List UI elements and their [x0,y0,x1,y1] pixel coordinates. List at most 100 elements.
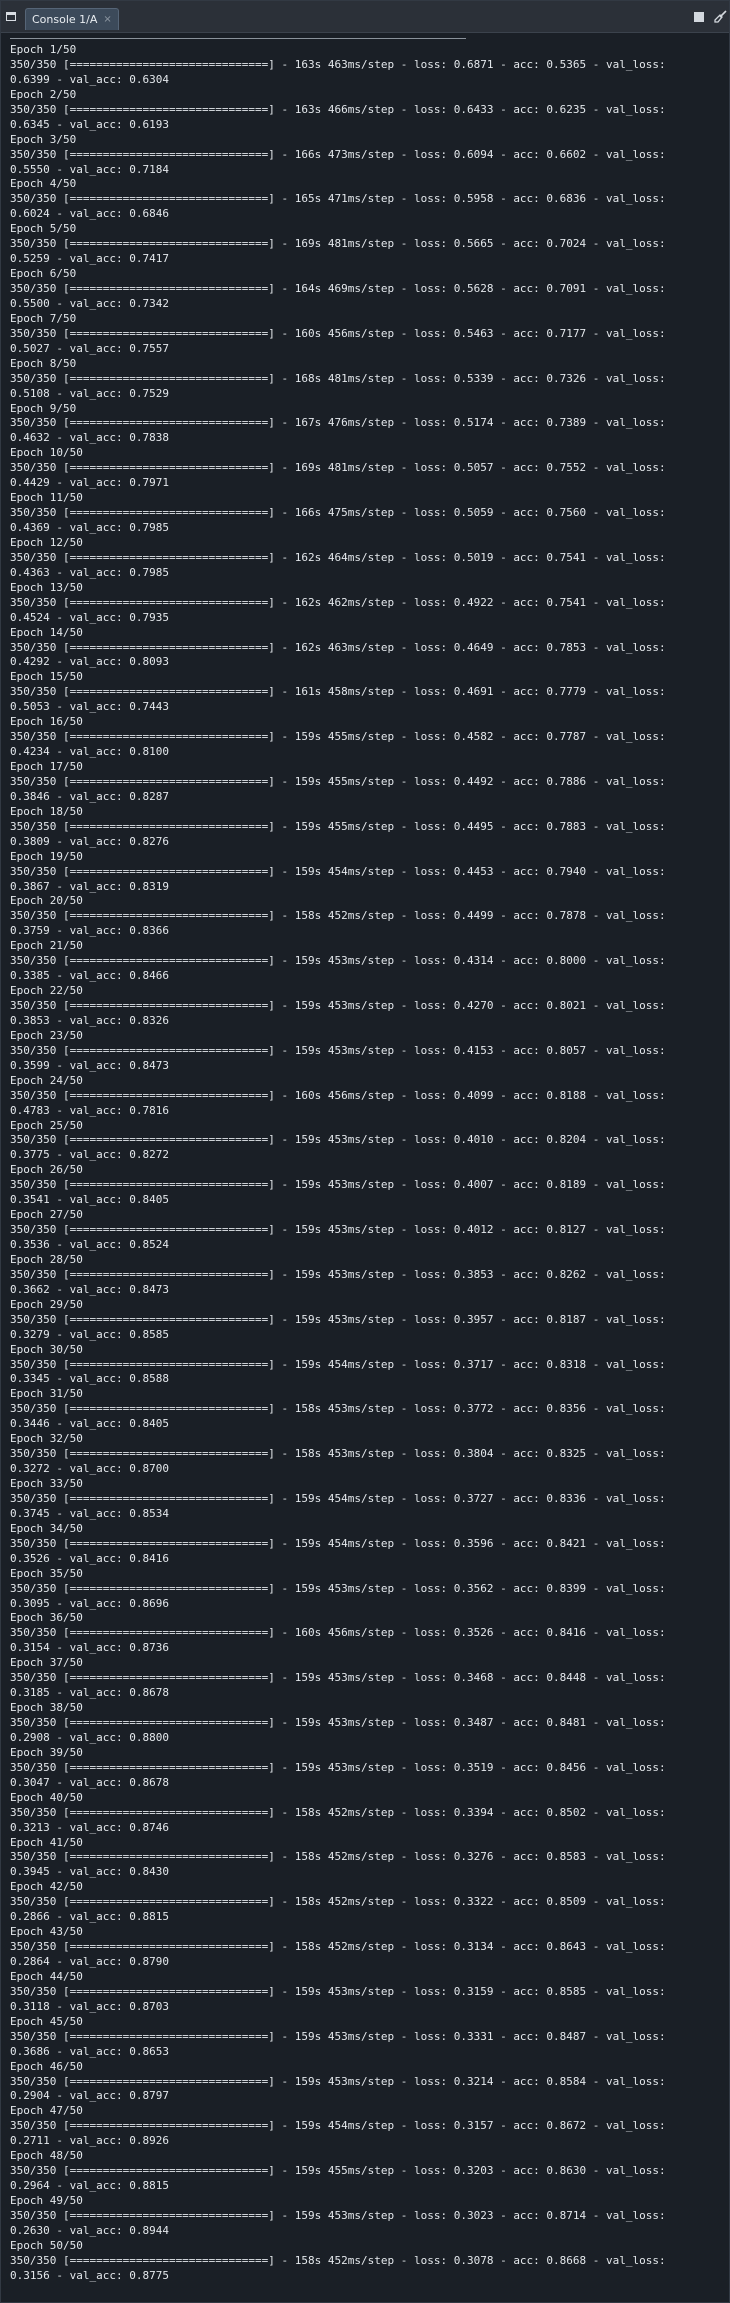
console-line: Epoch 4/50 [10,177,77,191]
console-line: 0.3759 - val_acc: 0.8366 [10,924,169,938]
console-line: 0.4429 - val_acc: 0.7971 [10,476,169,490]
console-line: 350/350 [==============================]… [10,1402,666,1416]
console-line: 350/350 [==============================]… [10,1626,666,1640]
console-line: 350/350 [==============================]… [10,595,666,609]
console-line: 350/350 [==============================]… [10,640,666,654]
console-line: 0.3446 - val_acc: 0.8405 [10,1417,169,1431]
console-line: 350/350 [==============================]… [10,1088,666,1102]
console-line: Epoch 11/50 [10,491,83,505]
console-line: 0.3599 - val_acc: 0.8473 [10,1058,169,1072]
console-line: 350/350 [==============================]… [10,1223,666,1237]
console-line: 0.3279 - val_acc: 0.8585 [10,1327,169,1341]
console-line: 0.2866 - val_acc: 0.8815 [10,1910,169,1924]
console-line: 350/350 [==============================]… [10,1716,666,1729]
console-line: Epoch 33/50 [10,1477,83,1490]
console-line: 0.3095 - val_acc: 0.8696 [10,1596,169,1610]
console-line: 0.3541 - val_acc: 0.8405 [10,1193,169,1207]
console-line: Epoch 17/50 [10,760,83,773]
console-line: Epoch 40/50 [10,1790,83,1804]
console-line: 0.3846 - val_acc: 0.8287 [10,789,169,803]
console-line: Epoch 30/50 [10,1342,83,1356]
console-line: 0.6345 - val_acc: 0.6193 [10,117,169,131]
console-line: Epoch 13/50 [10,580,83,594]
console-line: 350/350 [==============================]… [10,282,666,295]
console-line: 0.2864 - val_acc: 0.8790 [10,1955,169,1968]
console-line: 350/350 [==============================]… [10,506,666,520]
console-line: Epoch 31/50 [10,1387,83,1401]
console-line: 350/350 [==============================]… [10,954,666,968]
console-line: 350/350 [==============================]… [10,1491,666,1505]
console-line: Epoch 19/50 [10,849,83,863]
console-line: 0.3867 - val_acc: 0.8319 [10,879,169,893]
console-line: Epoch 48/50 [10,2149,83,2163]
console-line: Epoch 14/50 [10,625,83,639]
console-line: 0.3853 - val_acc: 0.8326 [10,1013,169,1027]
console-line: Epoch 22/50 [10,984,83,998]
broom-icon[interactable] [714,10,727,23]
console-line: 350/350 [==============================]… [10,1850,666,1864]
console-line: 0.2904 - val_acc: 0.8797 [10,2089,169,2103]
console-line: 350/350 [==============================]… [10,1581,666,1595]
tab-console-1a[interactable]: Console 1/A × [25,8,119,30]
console-line: Epoch 37/50 [10,1656,83,1670]
console-line: 350/350 [==============================]… [10,237,666,251]
console-line: Epoch 35/50 [10,1566,83,1580]
console-line: Epoch 43/50 [10,1925,83,1939]
console-line: 350/350 [==============================]… [10,2253,666,2267]
console-line: 350/350 [==============================]… [10,1895,666,1909]
console-line: 0.2711 - val_acc: 0.8926 [10,2134,169,2148]
console-line: 0.3385 - val_acc: 0.8466 [10,969,169,983]
console-line: Epoch 23/50 [10,1028,83,1042]
console-line: 0.3272 - val_acc: 0.8700 [10,1462,169,1476]
output-separator [10,38,466,39]
console-line: 350/350 [==============================]… [10,2208,666,2222]
console-line: 0.3526 - val_acc: 0.8416 [10,1551,169,1565]
console-line: 350/350 [==============================]… [10,57,666,71]
console-line: 0.4524 - val_acc: 0.7935 [10,610,169,624]
console-output[interactable]: Epoch 1/50 350/350 [=====================… [10,38,722,2284]
console-line: Epoch 38/50 [10,1701,83,1715]
console-line: Epoch 21/50 [10,939,83,953]
console-line: Epoch 29/50 [10,1297,83,1311]
console-line: 350/350 [==============================]… [10,685,666,699]
console-line: 350/350 [==============================]… [10,1043,666,1057]
console-line: 350/350 [==============================]… [10,371,666,385]
console-line: 350/350 [==============================]… [10,550,666,564]
console-line: 350/350 [==============================]… [10,819,666,833]
console-line: 0.2630 - val_acc: 0.8944 [10,2223,169,2237]
console-line: 0.3213 - val_acc: 0.8746 [10,1820,169,1834]
console-line: Epoch 32/50 [10,1432,83,1446]
stop-icon[interactable] [694,12,704,22]
console-line: 350/350 [==============================]… [10,102,666,116]
console-line: 0.3118 - val_acc: 0.8703 [10,1999,169,2013]
console-line: Epoch 25/50 [10,1118,83,1132]
console-window: Console 1/A × Epoch 1/50 350/350 [=======… [0,0,730,2303]
console-line: 0.4234 - val_acc: 0.8100 [10,745,169,759]
console-line: Epoch 47/50 [10,2104,83,2118]
console-line: Epoch 8/50 [10,356,77,370]
console-line: Epoch 6/50 [10,267,77,281]
console-line: 0.5053 - val_acc: 0.7443 [10,700,169,714]
console-icon[interactable] [6,12,16,21]
console-line: 350/350 [==============================]… [10,461,666,475]
console-line: 0.6024 - val_acc: 0.6846 [10,207,169,221]
close-icon[interactable]: × [103,14,111,25]
console-line: 350/350 [==============================]… [10,1760,666,1774]
console-line: 0.5027 - val_acc: 0.7557 [10,341,169,355]
console-line: 0.3662 - val_acc: 0.8473 [10,1282,169,1296]
console-line: 0.5108 - val_acc: 0.7529 [10,386,169,400]
console-line: Epoch 49/50 [10,2194,83,2207]
tab-label: Console 1/A [32,13,98,26]
console-line: 350/350 [==============================]… [10,1671,666,1685]
console-line: Epoch 2/50 [10,87,77,101]
console-line: 0.3686 - val_acc: 0.8653 [10,2044,169,2058]
console-line: 350/350 [==============================]… [10,2164,666,2178]
console-line: 350/350 [==============================]… [10,730,666,744]
console-line: 0.6399 - val_acc: 0.6304 [10,72,169,86]
console-line: 350/350 [==============================]… [10,1536,666,1550]
console-line: 0.5500 - val_acc: 0.7342 [10,296,169,310]
console-line: Epoch 20/50 [10,894,83,908]
console-line: 350/350 [==============================]… [10,192,666,206]
console-line: 350/350 [==============================]… [10,774,666,788]
console-line: 350/350 [==============================]… [10,2029,666,2043]
